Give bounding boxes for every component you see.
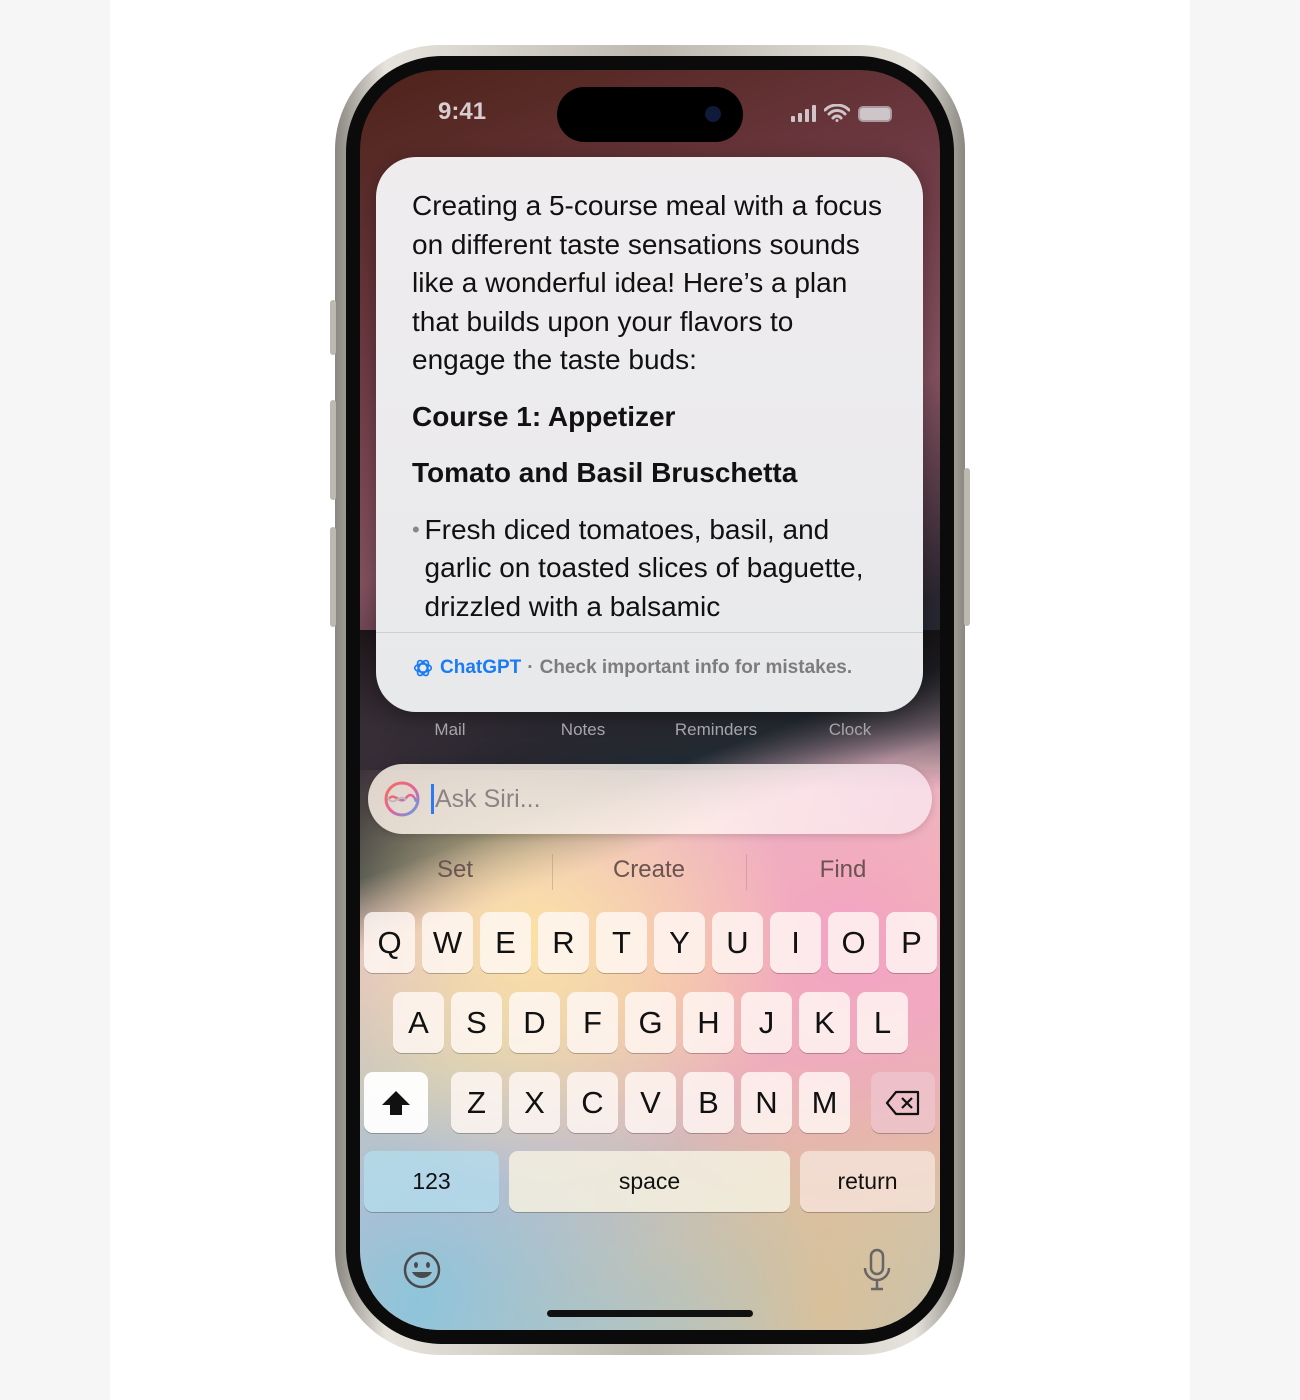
app-label-clock[interactable]: Clock — [829, 720, 872, 740]
key-n[interactable]: N — [741, 1072, 792, 1133]
status-time: 9:41 — [438, 98, 487, 125]
battery-icon — [858, 106, 892, 122]
footer-note: Check important info for mistakes. — [539, 657, 853, 678]
key-e[interactable]: E — [480, 912, 531, 973]
chatgpt-response-card: Creating a 5-course meal with a focus on… — [376, 157, 923, 712]
space-key[interactable]: space — [509, 1151, 790, 1212]
chatgpt-logo-icon — [413, 659, 433, 677]
card-footer: ChatGPT · Check important info for mista… — [412, 657, 852, 679]
suggestion-divider — [746, 854, 747, 890]
key-h[interactable]: H — [683, 992, 734, 1053]
key-m[interactable]: M — [799, 1072, 850, 1133]
key-q[interactable]: Q — [364, 912, 415, 973]
bullet-text: Fresh diced tomatoes, basil, and garlic … — [424, 513, 864, 622]
key-o[interactable]: O — [828, 912, 879, 973]
siri-input[interactable]: Ask Siri... — [368, 764, 932, 834]
bullet-dot-icon: • — [412, 516, 420, 542]
key-v[interactable]: V — [625, 1072, 676, 1133]
key-t[interactable]: T — [596, 912, 647, 973]
status-icons — [791, 104, 892, 122]
key-s[interactable]: S — [451, 992, 502, 1053]
key-z[interactable]: Z — [451, 1072, 502, 1133]
delete-icon — [885, 1090, 920, 1115]
suggestion-create[interactable]: Create — [613, 856, 685, 884]
key-a[interactable]: A — [393, 992, 444, 1053]
key-g[interactable]: G — [625, 992, 676, 1053]
wifi-icon — [824, 104, 850, 122]
key-b[interactable]: B — [683, 1072, 734, 1133]
chatgpt-link[interactable]: ChatGPT — [440, 657, 521, 679]
cellular-signal-icon — [791, 105, 816, 122]
text-cursor — [431, 784, 434, 814]
front-camera — [705, 106, 721, 122]
key-k[interactable]: K — [799, 992, 850, 1053]
key-c[interactable]: C — [567, 1072, 618, 1133]
key-x[interactable]: X — [509, 1072, 560, 1133]
key-i[interactable]: I — [770, 912, 821, 973]
microphone-icon[interactable] — [862, 1248, 892, 1292]
suggestion-set[interactable]: Set — [437, 856, 473, 884]
footer-separator: · — [527, 657, 534, 678]
phone-screen: 9:41 Creating a 5-course meal with a foc… — [360, 70, 940, 1330]
suggestion-find[interactable]: Find — [820, 856, 867, 884]
shift-key[interactable] — [364, 1072, 428, 1133]
key-f[interactable]: F — [567, 992, 618, 1053]
suggestion-divider — [552, 854, 553, 890]
key-j[interactable]: J — [741, 992, 792, 1053]
card-divider — [376, 632, 923, 633]
siri-icon — [384, 781, 420, 817]
suggestion-bar: Set Create Find — [360, 856, 940, 896]
response-bullet: • Fresh diced tomatoes, basil, and garlic… — [412, 511, 892, 627]
key-y[interactable]: Y — [654, 912, 705, 973]
response-heading-course: Course 1: Appetizer — [412, 400, 676, 432]
return-key[interactable]: return — [800, 1151, 935, 1212]
response-heading-dish: Tomato and Basil Bruschetta — [412, 457, 798, 488]
key-w[interactable]: W — [422, 912, 473, 973]
delete-key[interactable] — [871, 1072, 935, 1133]
key-r[interactable]: R — [538, 912, 589, 973]
emoji-icon[interactable] — [402, 1250, 442, 1290]
key-u[interactable]: U — [712, 912, 763, 973]
side-button — [964, 468, 970, 626]
volume-down-button — [330, 527, 336, 627]
key-l[interactable]: L — [857, 992, 908, 1053]
response-intro: Creating a 5-course meal with a focus on… — [412, 190, 882, 375]
app-label-notes[interactable]: Notes — [561, 720, 605, 740]
shift-arrow-icon — [382, 1090, 410, 1115]
volume-up-button — [330, 400, 336, 500]
siri-placeholder: Ask Siri... — [435, 784, 541, 813]
numbers-key[interactable]: 123 — [364, 1151, 499, 1212]
home-indicator[interactable] — [547, 1310, 753, 1317]
app-label-reminders[interactable]: Reminders — [675, 720, 757, 740]
action-button — [330, 300, 336, 355]
key-d[interactable]: D — [509, 992, 560, 1053]
app-label-mail[interactable]: Mail — [434, 720, 465, 740]
key-p[interactable]: P — [886, 912, 937, 973]
